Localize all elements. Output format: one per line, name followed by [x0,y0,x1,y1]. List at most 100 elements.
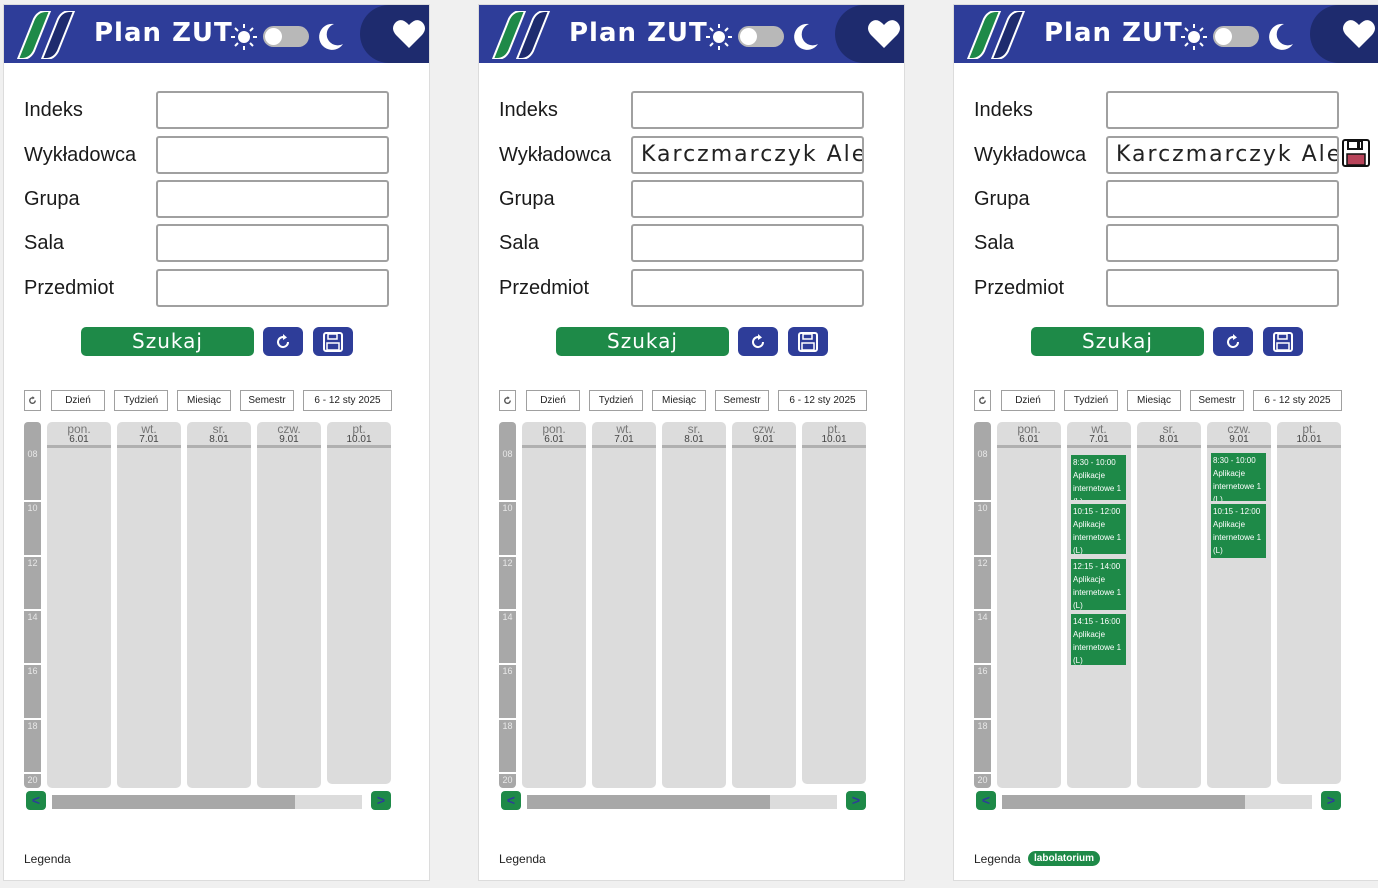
zut-logo-icon[interactable] [962,11,1028,59]
index-input[interactable] [1106,91,1339,129]
day-column-2[interactable]: sr. 8.01 [1137,422,1201,788]
day-column-2[interactable]: sr. 8.01 [187,422,251,788]
calendar-scrollbar[interactable] [52,795,362,809]
view-month-button[interactable]: Miesiąc [652,390,706,411]
search-button[interactable]: Szukaj [81,327,254,356]
theme-toggle[interactable] [738,26,784,47]
class-event[interactable]: 10:15 - 12:00 Aplikacje internetowe 1 (L… [1211,504,1266,558]
favorites-button[interactable] [835,5,904,63]
group-input[interactable] [631,180,864,218]
day-column-4[interactable]: pt. 10.01 [802,422,866,784]
day-column-0[interactable]: pon. 6.01 [997,422,1061,788]
calendar-scrollbar[interactable] [527,795,837,809]
refresh-button[interactable] [263,327,303,356]
subject-input[interactable] [1106,269,1339,307]
day-column-0[interactable]: pon. 6.01 [522,422,586,788]
refresh-button[interactable] [1213,327,1253,356]
day-date: 10.01 [821,434,847,445]
room-input[interactable] [631,224,864,262]
favorites-button[interactable] [360,5,429,63]
day-column-2[interactable]: sr. 8.01 [662,422,726,788]
day-column-3[interactable]: czw. 9.01 [732,422,796,788]
calendar-refresh-button[interactable] [24,390,41,411]
theme-toggle[interactable] [263,26,309,47]
moon-icon [319,23,343,50]
view-month-button[interactable]: Miesiąc [177,390,231,411]
view-week-button[interactable]: Tydzień [114,390,168,411]
day-column-4[interactable]: pt. 10.01 [1277,422,1341,784]
favorites-button[interactable] [1310,5,1378,63]
class-event[interactable]: 8:30 - 10:00 Aplikacje internetowe 1 (L) [1211,453,1266,501]
save-button[interactable] [1263,327,1303,356]
calendar-scrollbar[interactable] [1002,795,1312,809]
class-event[interactable]: 8:30 - 10:00 Aplikacje internetowe 1 (L) [1071,455,1126,500]
view-semester-button[interactable]: Semestr [240,390,294,411]
zut-logo-icon[interactable] [12,11,78,59]
day-header-rule [47,445,111,448]
group-input[interactable] [1106,180,1339,218]
subject-input[interactable] [156,269,389,307]
view-day-button[interactable]: Dzień [51,390,105,411]
prev-week-button[interactable]: < [501,791,521,810]
scrollbar-thumb[interactable] [1002,795,1245,809]
day-date: 7.01 [1089,434,1109,445]
date-range-button[interactable]: 6 - 12 sty 2025 [778,390,867,411]
field-row-subject: Przedmiot [24,269,424,307]
view-semester-button[interactable]: Semestr [715,390,769,411]
save-button[interactable] [788,327,828,356]
day-column-1[interactable]: wt. 7.01 [117,422,181,788]
day-column-4[interactable]: pt. 10.01 [327,422,391,784]
prev-week-button[interactable]: < [976,791,996,810]
save-lecturer-icon[interactable] [1342,139,1370,167]
event-time: 10:15 - 12:00 [1073,507,1121,516]
date-range-button[interactable]: 6 - 12 sty 2025 [1253,390,1342,411]
calendar-refresh-button[interactable] [499,390,516,411]
refresh-icon [752,334,765,349]
day-header-rule [802,445,866,448]
date-range-button[interactable]: 6 - 12 sty 2025 [303,390,392,411]
next-week-button[interactable]: > [371,791,391,810]
index-input[interactable] [156,91,389,129]
prev-week-button[interactable]: < [26,791,46,810]
theme-toggle[interactable] [1213,26,1259,47]
legend-label: Legenda [499,852,546,866]
view-semester-button[interactable]: Semestr [1190,390,1244,411]
view-week-button[interactable]: Tydzień [589,390,643,411]
scrollbar-thumb[interactable] [527,795,770,809]
save-button[interactable] [313,327,353,356]
next-week-button[interactable]: > [846,791,866,810]
event-title: Aplikacje internetowe 1 (L) [1213,520,1262,555]
room-input[interactable] [1106,224,1339,262]
hour-label: 20 [977,774,988,785]
lecturer-label: Wykładowca [24,144,137,166]
day-header-rule [257,445,321,448]
class-event[interactable]: 14:15 - 16:00 Aplikacje internetowe 1 (L… [1071,614,1126,665]
refresh-button[interactable] [738,327,778,356]
zut-logo-icon[interactable] [487,11,553,59]
search-button[interactable]: Szukaj [1031,327,1204,356]
calendar-refresh-button[interactable] [974,390,991,411]
scrollbar-thumb[interactable] [52,795,295,809]
search-button[interactable]: Szukaj [556,327,729,356]
subject-input[interactable] [631,269,864,307]
next-week-button[interactable]: > [1321,791,1341,810]
view-week-button[interactable]: Tydzień [1064,390,1118,411]
day-column-3[interactable]: czw. 9.01 [257,422,321,788]
lecturer-input[interactable] [156,136,389,174]
class-event[interactable]: 12:15 - 14:00 Aplikacje internetowe 1 (L… [1071,559,1126,610]
day-column-1[interactable]: wt. 7.01 [592,422,656,788]
day-column-3[interactable]: czw. 9.01 8:30 - 10:00 Aplikacje interne… [1207,422,1271,788]
view-day-button[interactable]: Dzień [1001,390,1055,411]
view-day-button[interactable]: Dzień [526,390,580,411]
day-column-0[interactable]: pon. 6.01 [47,422,111,788]
lecturer-input[interactable]: Karczmarczyk Ale.. [631,136,864,174]
view-month-button[interactable]: Miesiąc [1127,390,1181,411]
lecturer-input[interactable]: Karczmarczyk Ale.. [1106,136,1339,174]
hour-label: 14 [27,611,38,622]
group-input[interactable] [156,180,389,218]
index-input[interactable] [631,91,864,129]
class-event[interactable]: 10:15 - 12:00 Aplikacje internetowe 1 (L… [1071,504,1126,554]
room-input[interactable] [156,224,389,262]
day-column-1[interactable]: wt. 7.01 8:30 - 10:00 Aplikacje internet… [1067,422,1131,788]
toggle-knob [1215,28,1232,45]
